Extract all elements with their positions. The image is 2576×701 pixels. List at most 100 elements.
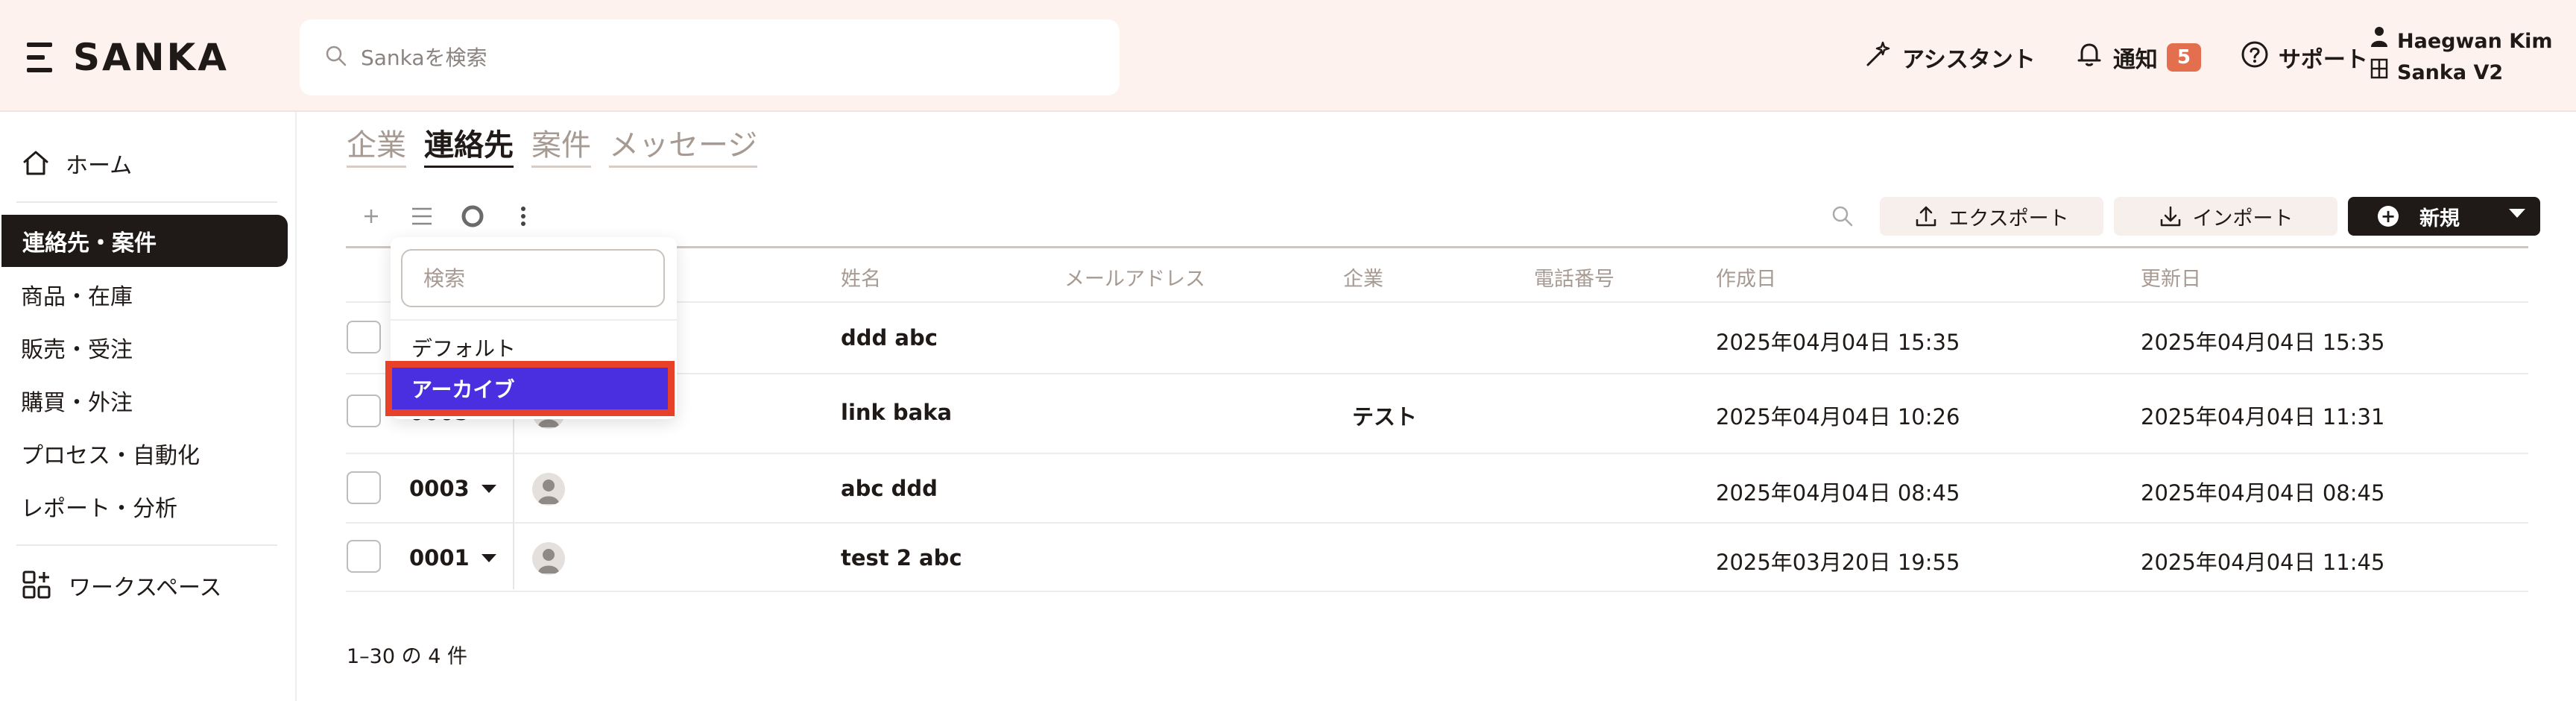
import-button[interactable]: インポート: [2114, 197, 2337, 236]
sidebar-item-label: 販売・受注: [21, 337, 133, 363]
row-checkbox[interactable]: [347, 471, 381, 504]
tab-contacts[interactable]: 連絡先: [424, 121, 514, 168]
pagination-summary: 1–30 の 4 件: [347, 645, 467, 668]
cell-updated: 2025年04月04日 15:35: [2141, 330, 2385, 355]
row-divider: [346, 522, 2528, 524]
add-view-icon[interactable]: [356, 201, 386, 231]
column-header-created[interactable]: 作成日: [1716, 263, 1776, 292]
row-divider: [346, 453, 2528, 454]
new-record-button[interactable]: + 新規: [2348, 197, 2540, 236]
sidebar-item-workspace[interactable]: ワークスペース: [0, 561, 288, 610]
sidebar-divider: [16, 201, 277, 203]
header-actions: アシスタント 通知 5 サポート: [1863, 33, 2407, 82]
cell-updated: 2025年04月04日 11:31: [2141, 404, 2385, 430]
global-search-input[interactable]: [361, 45, 1032, 70]
user-row: Haegwan Kim: [2370, 25, 2553, 57]
sidebar-item-products-inventory[interactable]: 商品・在庫: [0, 270, 288, 319]
sidebar-item-sales-orders[interactable]: 販売・受注: [0, 323, 288, 372]
view-selector-icon[interactable]: [458, 201, 487, 231]
notifications-button[interactable]: 通知 5: [2074, 40, 2201, 75]
row-id-text: 0001: [409, 545, 470, 570]
row-checkbox[interactable]: [347, 394, 381, 427]
workspace-row: Sanka V2: [2370, 57, 2553, 89]
cell-created: 2025年04月04日 15:35: [1716, 330, 1960, 355]
tab-deals[interactable]: 案件: [531, 121, 591, 168]
sidebar-item-purchasing[interactable]: 購買・外注: [0, 376, 288, 425]
sidebar-item-contacts-deals[interactable]: 連絡先・案件: [1, 215, 288, 267]
row-id[interactable]: 0001: [409, 545, 496, 570]
logo[interactable]: SANKA: [27, 36, 229, 79]
search-icon: [325, 45, 347, 70]
cell-created: 2025年04月04日 08:45: [1716, 480, 1960, 506]
view-option-archive[interactable]: アーカイブ: [385, 361, 675, 416]
magic-wand-icon: [1863, 40, 1893, 75]
chevron-down-icon[interactable]: [2509, 209, 2525, 218]
notifications-badge: 5: [2166, 43, 2201, 72]
avatar: [532, 473, 565, 506]
cell-name[interactable]: abc ddd: [841, 476, 938, 501]
view-toolbar: [356, 201, 538, 231]
cell-updated: 2025年04月04日 11:45: [2141, 550, 2385, 575]
workspace-name: Sanka V2: [2397, 61, 2504, 84]
home-icon: [21, 148, 51, 178]
menu-icon[interactable]: [27, 41, 55, 74]
user-name: Haegwan Kim: [2397, 29, 2553, 53]
view-search[interactable]: [401, 249, 665, 307]
help-circle-icon: [2240, 40, 2270, 75]
new-label: 新規: [2419, 207, 2460, 230]
import-label: インポート: [2192, 207, 2294, 230]
sidebar-item-label: レポート・分析: [21, 496, 177, 522]
sidebar-item-process-automation[interactable]: プロセス・自動化: [0, 429, 288, 478]
column-header-company[interactable]: 企業: [1343, 263, 1383, 292]
sidebar-item-label: 購買・外注: [21, 390, 133, 416]
chevron-down-icon[interactable]: [481, 484, 496, 493]
global-search[interactable]: [300, 19, 1120, 95]
column-header-updated[interactable]: 更新日: [2141, 263, 2201, 292]
bell-icon: [2074, 40, 2104, 75]
sidebar-item-reports[interactable]: レポート・分析: [0, 482, 288, 531]
row-checkbox[interactable]: [347, 321, 381, 353]
sidebar-item-home[interactable]: ホーム: [0, 139, 288, 188]
support-button[interactable]: サポート: [2240, 40, 2368, 75]
avatar: [532, 542, 565, 575]
sidebar-item-label: ワークスペース: [69, 575, 222, 601]
tab-companies[interactable]: 企業: [347, 121, 406, 168]
logo-text: SANKA: [73, 36, 229, 79]
sidebar-item-label: 商品・在庫: [21, 284, 133, 310]
row-divider: [346, 591, 2528, 592]
column-header-phone[interactable]: 電話番号: [1534, 263, 1614, 292]
more-options-icon[interactable]: [508, 201, 538, 231]
assistant-label: アシスタント: [1902, 47, 2036, 73]
export-button[interactable]: エクスポート: [1880, 197, 2103, 236]
notifications-label: 通知: [2112, 47, 2158, 73]
plus-circle-icon: +: [2378, 206, 2399, 227]
chevron-down-icon[interactable]: [481, 553, 496, 562]
user-menu[interactable]: Haegwan Kim Sanka V2: [2370, 25, 2553, 89]
tab-messages[interactable]: メッセージ: [609, 121, 758, 168]
cell-company[interactable]: テスト: [1352, 400, 1417, 431]
sidebar-divider: [16, 544, 277, 546]
cell-name[interactable]: test 2 abc: [841, 545, 962, 570]
cell-created: 2025年04月04日 10:26: [1716, 404, 1960, 430]
grid-plus-icon: [21, 569, 54, 602]
column-header-name[interactable]: 姓名: [841, 263, 881, 292]
row-id-text: 0003: [409, 476, 470, 501]
sidebar-item-label: ホーム: [66, 153, 133, 179]
support-label: サポート: [2278, 47, 2368, 73]
download-icon: [2159, 204, 2182, 228]
upload-icon: [1914, 204, 1938, 228]
row-checkbox[interactable]: [347, 540, 381, 573]
row-id[interactable]: 0003: [409, 476, 496, 501]
table-search-icon[interactable]: [1820, 205, 1865, 227]
view-option-default[interactable]: デフォルト: [411, 333, 516, 362]
cell-created: 2025年03月20日 19:55: [1716, 550, 1960, 575]
sidebar-item-label: プロセス・自動化: [21, 443, 200, 469]
view-search-input[interactable]: [423, 265, 647, 291]
assistant-button[interactable]: アシスタント: [1863, 40, 2036, 75]
dropdown-divider: [391, 319, 677, 321]
object-tabs: 企業 連絡先 案件 メッセージ: [347, 121, 758, 168]
cell-name[interactable]: link baka: [841, 400, 952, 425]
cell-name[interactable]: ddd abc: [841, 325, 938, 350]
column-header-email[interactable]: メールアドレス: [1064, 263, 1205, 292]
list-view-icon[interactable]: [407, 201, 437, 231]
